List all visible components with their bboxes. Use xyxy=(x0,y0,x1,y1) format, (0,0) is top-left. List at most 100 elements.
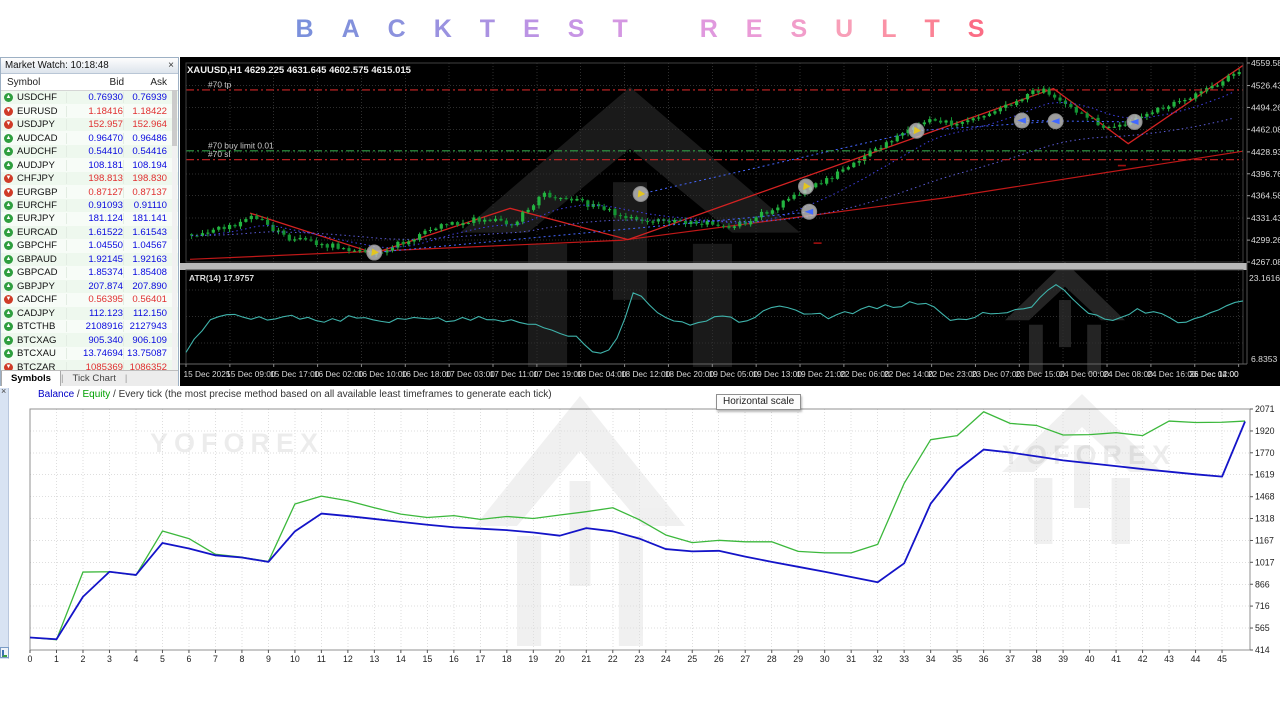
candle-body xyxy=(770,210,774,214)
time-label: 24 Dec 00:00 xyxy=(1059,369,1109,379)
candle-body xyxy=(580,198,585,201)
tester-graph-icon[interactable] xyxy=(0,647,9,658)
title-letter xyxy=(656,15,672,44)
tester-x-label: 36 xyxy=(979,654,989,664)
trade-marker[interactable] xyxy=(801,203,818,220)
candle-body xyxy=(390,247,395,251)
market-row[interactable]: ▲ AUDCAD 0.96470 0.96486 xyxy=(1,131,178,145)
trade-marker[interactable] xyxy=(1013,112,1030,129)
market-row[interactable]: ▲ BTCXAG 905.340 906.109 xyxy=(1,333,178,347)
bid-cell: 905.340 xyxy=(67,334,124,346)
tester-close-icon[interactable]: × xyxy=(1,387,6,396)
watermark-leg xyxy=(1087,324,1101,374)
candle-body xyxy=(331,243,335,248)
title-letter: T xyxy=(612,15,628,43)
tester-y-label: 2071 xyxy=(1255,404,1275,414)
symbol-cell: ▼ EURUSD xyxy=(1,105,67,117)
candle-body xyxy=(1188,98,1192,100)
time-label: 23 Dec 15:00 xyxy=(1016,369,1066,379)
candle-body xyxy=(852,162,856,168)
ask-cell: 0.76939 xyxy=(132,92,167,104)
candle-body xyxy=(233,224,237,227)
ask-cell: 0.54416 xyxy=(132,146,167,158)
market-row[interactable]: ▲ EURCAD 1.61522 1.61543 xyxy=(1,225,178,240)
time-label: 17 Dec 03:00 xyxy=(445,369,495,379)
tab-tick-chart[interactable]: Tick Chart xyxy=(64,371,125,386)
market-row[interactable]: ▼ EURUSD 1.18416 1.18422 xyxy=(1,104,178,118)
market-row[interactable]: ▲ EURJPY 181.124 181.141 xyxy=(1,212,178,226)
candle-body xyxy=(515,221,519,226)
tester-y-label: 414 xyxy=(1255,645,1270,655)
candle-body xyxy=(1237,72,1241,75)
tester-graph[interactable]: YOFOREXYOFOREX20711920177016191468131811… xyxy=(0,386,1280,686)
tester-x-label: 16 xyxy=(449,654,459,664)
candle-body xyxy=(635,217,639,220)
market-row[interactable]: ▼ CADCHF 0.56395 0.56401 xyxy=(1,293,178,307)
pane-separator[interactable] xyxy=(180,263,1247,270)
candle-body xyxy=(542,192,547,197)
market-row[interactable]: ▲ AUDCHF 0.54410 0.54416 xyxy=(1,144,178,159)
bid-cell: 152.957 xyxy=(67,119,124,131)
market-row[interactable]: ▲ CADJPY 112.123 112.150 xyxy=(1,306,178,320)
price-scale-label: 4364.585 xyxy=(1251,191,1280,201)
symbol-cell: ▲ BTCXAU xyxy=(1,348,67,360)
candle-body xyxy=(1112,126,1116,128)
ask-cell: 1.92163 xyxy=(132,253,167,265)
candle-body xyxy=(1036,90,1040,93)
trade-marker[interactable] xyxy=(366,244,383,261)
candle-body xyxy=(1150,112,1154,114)
candle-body xyxy=(358,250,362,252)
symbol-cell: ▲ BTCTHB xyxy=(1,321,67,333)
market-row[interactable]: ▲ AUDJPY 108.181 108.194 xyxy=(1,158,178,172)
candle-body xyxy=(417,234,422,240)
market-row[interactable]: ▲ USDCHF 0.76930 0.76939 xyxy=(1,91,178,105)
trade-marker[interactable] xyxy=(798,178,815,195)
bid-cell: 1.61522 xyxy=(67,226,124,238)
trade-marker[interactable] xyxy=(632,186,649,203)
atr-scale-min: 6.8353 xyxy=(1251,354,1278,364)
scrollbar-thumb[interactable] xyxy=(172,90,177,146)
bid-cell: 108.181 xyxy=(67,159,124,171)
watermark-text: YOFOREX xyxy=(150,428,324,458)
symbol-cell: ▼ CADCHF xyxy=(1,294,67,306)
tester-left-strip[interactable] xyxy=(0,388,9,659)
trade-marker[interactable] xyxy=(1047,113,1064,130)
trade-marker[interactable] xyxy=(908,122,925,139)
market-row[interactable]: ▲ GBPJPY 207.874 207.890 xyxy=(1,279,178,294)
candle-body xyxy=(1074,107,1078,113)
tester-y-label: 1017 xyxy=(1255,557,1275,567)
candle-body xyxy=(504,220,509,225)
market-row[interactable]: ▲ BTCXAU 13.74694 13.75087 xyxy=(1,346,178,361)
market-row[interactable]: ▲ GBPCAD 1.85374 1.85408 xyxy=(1,266,178,280)
price-chart[interactable]: #70 tp#70 buy limit 0.01#70 slATR(14) 17… xyxy=(180,57,1280,386)
close-icon[interactable]: × xyxy=(168,60,174,71)
market-row[interactable]: ▼ EURGBP 0.87127 0.87137 xyxy=(1,185,178,199)
tester-x-label: 34 xyxy=(926,654,936,664)
stop-mark xyxy=(1117,164,1126,167)
tester-x-label: 45 xyxy=(1217,654,1227,664)
market-row[interactable]: ▲ EURCHF 0.91093 0.91110 xyxy=(1,198,178,213)
market-row[interactable]: ▼ USDJPY 152.957 152.964 xyxy=(1,117,178,132)
market-row[interactable]: ▲ BTCTHB 2108916 2127943 xyxy=(1,319,178,334)
page-title: BACKTEST RESULTS xyxy=(0,0,1280,57)
market-watch-panel: Market Watch: 10:18:48 × Symbol Bid Ask … xyxy=(0,57,179,387)
candle-body xyxy=(939,120,943,123)
candle-body xyxy=(575,198,579,201)
candle-body xyxy=(222,226,226,230)
trade-marker[interactable] xyxy=(1126,113,1143,130)
market-row[interactable]: ▲ GBPCHF 1.04550 1.04567 xyxy=(1,239,178,253)
market-row[interactable]: ▲ GBPAUD 1.92145 1.92163 xyxy=(1,252,178,267)
arrow-up-icon: ▲ xyxy=(4,133,13,143)
symbol-cell: ▼ EURGBP xyxy=(1,186,67,198)
candle-body xyxy=(977,117,981,119)
tab-symbols[interactable]: Symbols xyxy=(1,371,61,386)
ask-cell: 0.56401 xyxy=(132,294,167,306)
time-label: 22 Dec 23:00 xyxy=(928,369,978,379)
price-scale-label: 4396.760 xyxy=(1251,169,1280,179)
market-row[interactable]: ▼ CHFJPY 198.813 198.830 xyxy=(1,171,178,186)
candle-body xyxy=(624,216,628,219)
candle-body xyxy=(711,221,715,225)
market-watch-scrollbar[interactable] xyxy=(172,90,177,371)
candle-body xyxy=(673,219,677,223)
candle-body xyxy=(1107,127,1111,129)
